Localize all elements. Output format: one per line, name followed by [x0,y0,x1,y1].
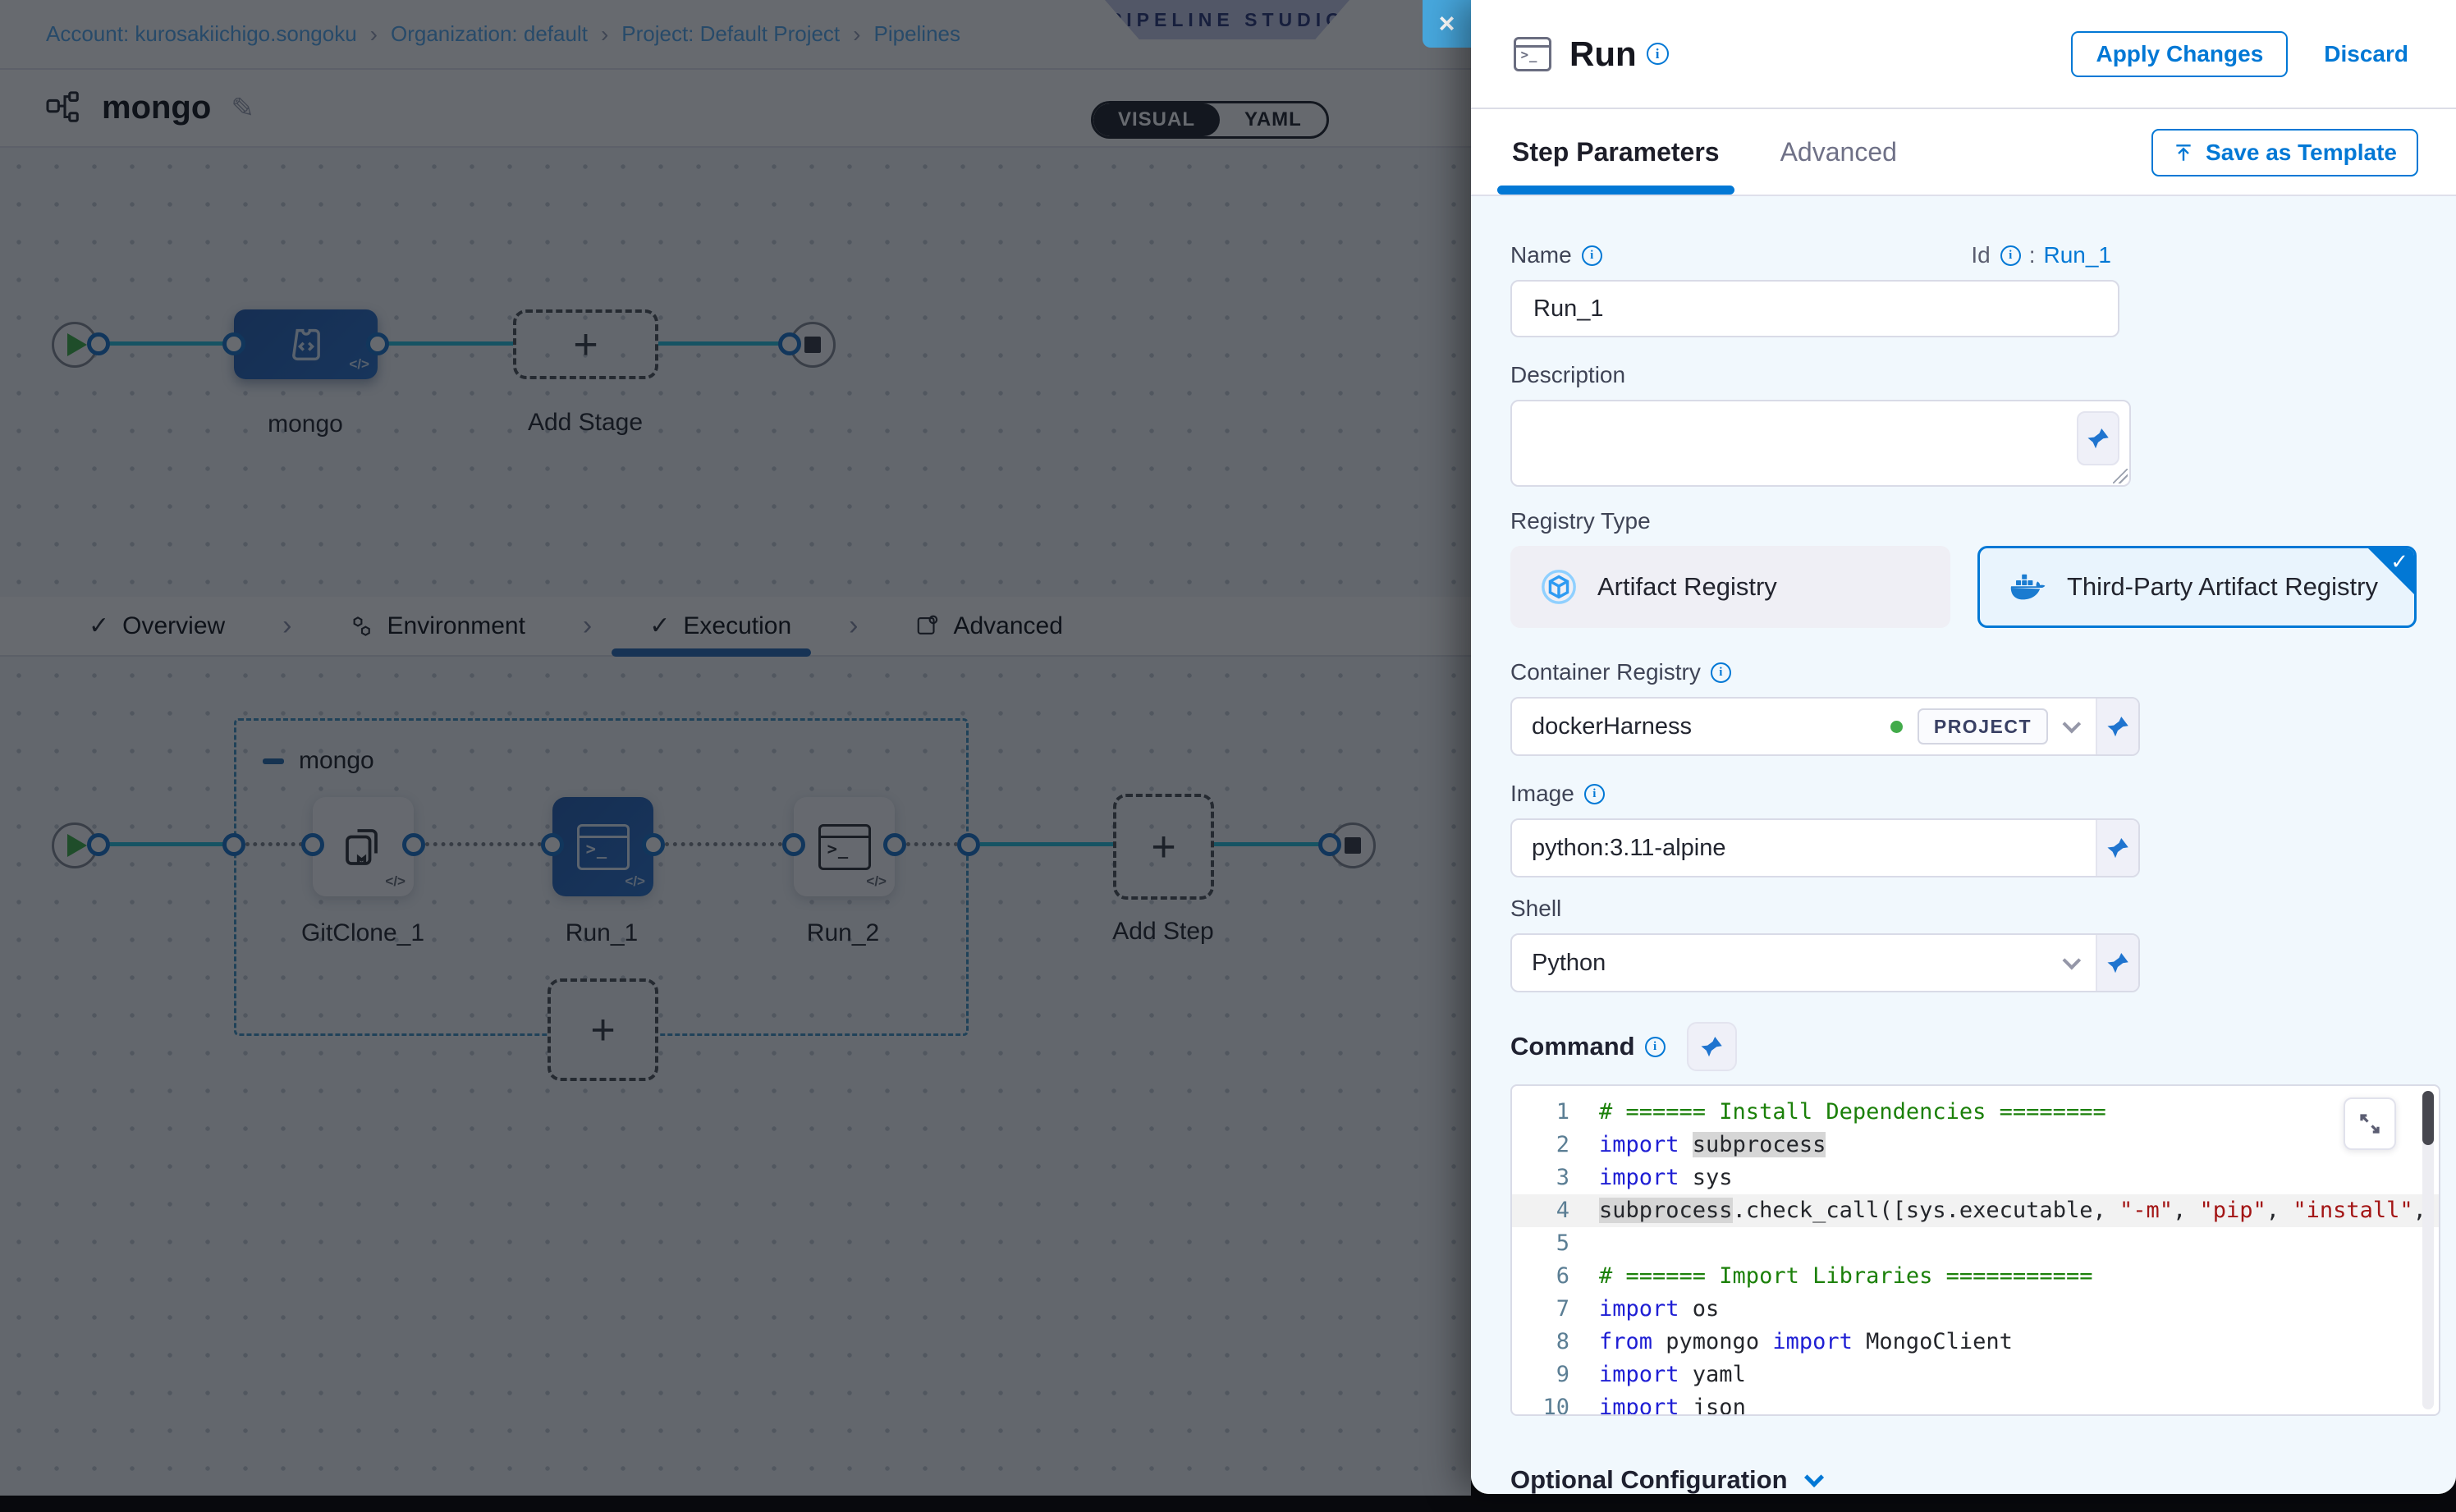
run-step-config-panel: Run i Apply Changes Discard Step Paramet… [1471,0,2456,1494]
pin-input-button[interactable] [2077,411,2119,465]
info-icon[interactable]: i [1711,662,1731,683]
apply-changes-button[interactable]: Apply Changes [2071,31,2288,77]
info-icon[interactable]: i [2000,245,2021,266]
editor-scrollbar-thumb[interactable] [2422,1091,2434,1145]
name-input[interactable] [1510,280,2119,337]
expand-editor-button[interactable] [2344,1097,2396,1150]
close-panel-button[interactable]: × [1423,0,1471,48]
artifact-registry-icon [1540,568,1578,606]
code-line: 2import subprocess [1512,1129,2439,1161]
registry-option-third-party[interactable]: Third-Party Artifact Registry ✓ [1977,546,2417,628]
pin-input-button[interactable] [2096,820,2138,876]
docker-icon [2008,570,2047,603]
id-label: Id [1971,242,1990,268]
info-icon[interactable]: i [1584,784,1605,804]
panel-tabs: Step Parameters Advanced Save as Templat… [1471,109,2456,196]
pin-icon [2105,714,2130,739]
fullscreen-icon [2357,1111,2382,1136]
container-registry-value: dockerHarness [1532,713,1876,740]
pipeline-studio-app: Account: kurosakiichigo.songoku › Organi… [0,0,2456,1512]
panel-title: Run [1569,34,1637,74]
modal-dim-overlay [0,0,1471,1496]
code-line: 5 [1512,1227,2439,1260]
code-line: 1# ====== Install Dependencies ======== [1512,1096,2439,1129]
registry-option-label: Artifact Registry [1597,572,1777,602]
registry-option-artifact[interactable]: Artifact Registry [1510,546,1950,628]
description-field-wrap [1510,400,2131,487]
command-label: Command i [1510,1032,1666,1061]
connector-status-dot [1890,721,1903,733]
name-label: Name i [1510,242,1602,268]
shell-label: Shell [1510,896,2418,922]
description-textarea[interactable] [1510,400,2131,487]
id-colon: : [2029,242,2036,268]
container-registry-field: dockerHarness PROJECT [1510,697,2140,756]
shell-select[interactable]: Python [1512,935,2096,991]
pin-icon [2086,426,2110,451]
code-line: 7import os [1512,1293,2439,1326]
image-field: python:3.11-alpine [1510,818,2140,877]
info-icon[interactable]: i [1647,43,1669,65]
pin-icon [2105,836,2130,860]
command-code-editor[interactable]: 1# ====== Install Dependencies ========2… [1510,1084,2440,1416]
command-header: Command i [1510,1022,2418,1071]
code-line: 10import json [1512,1391,2439,1416]
run-step-icon [1514,37,1551,71]
registry-type-label: Registry Type [1510,508,2418,534]
code-lines: 1# ====== Install Dependencies ========2… [1512,1096,2439,1414]
chevron-down-icon[interactable] [2063,951,2082,970]
info-icon[interactable]: i [1582,245,1602,266]
description-label: Description [1510,362,2418,388]
registry-type-options: Artifact Registry Third-Party Artifact R… [1510,546,2418,628]
code-line: 9import yaml [1512,1359,2439,1391]
code-line: 6# ====== Import Libraries =========== [1512,1260,2439,1293]
pin-input-button[interactable] [2096,699,2138,754]
image-value: python:3.11-alpine [1532,835,2076,862]
code-line: 4subprocess.check_call([sys.executable, … [1512,1194,2439,1227]
optional-configuration-label: Optional Configuration [1510,1465,1788,1494]
code-line: 8from pymongo import MongoClient [1512,1326,2439,1359]
save-as-template-label: Save as Template [2206,140,2397,166]
pin-input-button[interactable] [2096,935,2138,991]
shell-field: Python [1510,933,2140,992]
scope-badge: PROJECT [1918,708,2048,745]
pipeline-studio-background: Account: kurosakiichigo.songoku › Organi… [0,0,1471,1496]
tab-advanced[interactable]: Advanced [1780,109,1897,195]
optional-configuration-toggle[interactable]: Optional Configuration [1510,1465,2418,1494]
editor-scrollbar[interactable] [2422,1091,2434,1409]
info-icon[interactable]: i [1645,1037,1666,1057]
panel-header: Run i Apply Changes Discard [1471,0,2456,109]
save-as-template-button[interactable]: Save as Template [2151,129,2418,176]
container-registry-select[interactable]: dockerHarness PROJECT [1512,699,2096,754]
image-label: Image i [1510,781,2418,807]
step-parameters-form: Name i Id i : Run_1 Description [1471,196,2456,1494]
pin-icon [1699,1034,1724,1059]
image-input[interactable]: python:3.11-alpine [1512,820,2096,876]
chevron-down-icon [1804,1467,1824,1487]
shell-value: Python [1532,950,2048,977]
upload-icon [2173,142,2194,163]
resize-handle[interactable] [2113,469,2128,483]
pin-input-button[interactable] [1687,1022,1737,1071]
pin-icon [2105,951,2130,975]
registry-option-label: Third-Party Artifact Registry [2067,572,2378,602]
code-line: 3import sys [1512,1161,2439,1194]
tab-step-parameters[interactable]: Step Parameters [1512,109,1720,195]
chevron-down-icon[interactable] [2063,715,2082,734]
discard-button[interactable]: Discard [2324,41,2408,67]
container-registry-label: Container Registry i [1510,659,2418,685]
id-value[interactable]: Run_1 [2043,242,2111,268]
step-id: Id i : Run_1 [1971,242,2418,268]
